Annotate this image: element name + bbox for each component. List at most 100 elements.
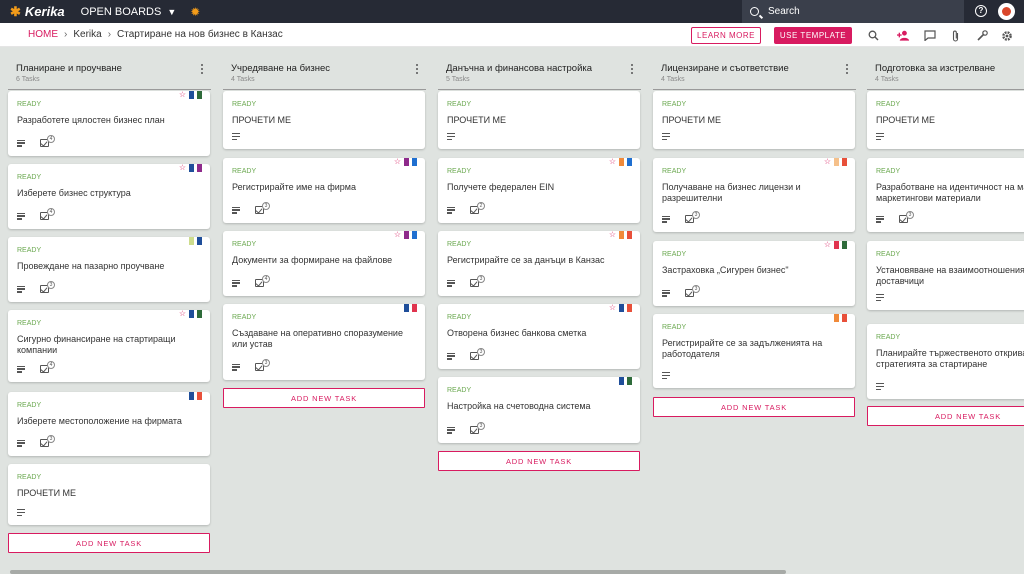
star-icon[interactable]: ☆	[394, 230, 401, 239]
task-card[interactable]: READY Провеждане на пазарно проучване 3	[8, 237, 210, 302]
tag-flag-icon	[197, 91, 202, 101]
breadcrumb-account[interactable]: Kerika	[73, 29, 101, 40]
task-card[interactable]: READY Разработване на идентичност на марк…	[867, 158, 1024, 232]
task-card[interactable]: READY Установяване на взаимоотношения с д…	[867, 241, 1024, 310]
star-icon[interactable]: ☆	[824, 157, 831, 166]
checklist-icon: 3	[40, 435, 55, 447]
task-icons: 4	[17, 135, 55, 147]
checklist-icon: 4	[255, 275, 270, 287]
description-icon	[447, 352, 455, 360]
breadcrumb: HOME › Kerika › Стартиране на нов бизнес…	[28, 29, 283, 40]
task-card[interactable]: READY Отворена бизнес банкова сметка ☆ 3	[438, 303, 640, 369]
add-new-task-button[interactable]: ADD NEW TASK	[8, 533, 210, 553]
search-input[interactable]: Search	[742, 0, 964, 23]
column-title[interactable]: Учредяване на бизнес	[231, 63, 330, 74]
task-card[interactable]: READY Получете федерален EIN ☆ 2	[438, 157, 640, 223]
tag-flag-icon	[619, 231, 624, 241]
task-tags: ☆	[179, 309, 202, 320]
horizontal-scrollbar[interactable]	[10, 570, 786, 574]
checklist-count: 3	[477, 348, 485, 356]
task-card[interactable]: READY Получаване на бизнес лицензи и разр…	[653, 157, 855, 232]
column-header: Лицензиране и съответствие 4 Tasks	[653, 57, 856, 90]
task-status: READY	[232, 241, 257, 248]
learn-more-button[interactable]: LEARN MORE	[691, 27, 761, 44]
task-card[interactable]: READY Изберете местоположение на фирмата 3	[8, 392, 210, 456]
breadcrumb-board: Стартиране на нов бизнес в Канзас	[117, 29, 283, 40]
star-icon[interactable]: ☆	[609, 157, 616, 166]
column-menu-icon[interactable]	[199, 62, 205, 76]
task-tags: ☆	[394, 157, 417, 168]
star-icon[interactable]: ☆	[394, 157, 401, 166]
star-icon[interactable]: ☆	[824, 240, 831, 249]
task-card[interactable]: READY Настройка на счетоводна система 3	[438, 377, 640, 443]
task-title: Регистрирайте се за данъци в Канзас	[447, 255, 605, 265]
task-card[interactable]: READY Документи за формиране на файлове ☆ 4	[223, 230, 425, 296]
chat-icon[interactable]	[923, 29, 936, 42]
star-icon[interactable]: ☆	[179, 90, 186, 99]
task-card[interactable]: READY Планирайте тържественото откриване …	[867, 324, 1024, 399]
task-icons: 4	[17, 361, 55, 373]
task-card[interactable]: READY ПРОЧЕТИ МЕ	[8, 464, 210, 525]
breadcrumb-home[interactable]: HOME	[28, 29, 58, 40]
task-status: READY	[447, 101, 472, 108]
task-card[interactable]: READY ПРОЧЕТИ МЕ	[438, 91, 640, 149]
column-title[interactable]: Подготовка за изстрелване	[875, 63, 995, 74]
chevron-down-icon: ▼	[167, 6, 177, 17]
description-icon	[232, 279, 240, 287]
star-icon[interactable]: ☆	[609, 303, 616, 312]
checklist-count: 4	[47, 135, 55, 143]
column-title[interactable]: Планиране и проучване	[16, 63, 122, 74]
star-icon[interactable]: ☆	[609, 230, 616, 239]
add-new-task-button[interactable]: ADD NEW TASK	[223, 388, 425, 408]
task-title: ПРОЧЕТИ МЕ	[232, 115, 292, 125]
task-card[interactable]: READY ПРОЧЕТИ МЕ	[867, 91, 1024, 149]
task-icons: 3	[232, 202, 270, 214]
add-new-task-button[interactable]: ADD NEW TASK	[653, 397, 855, 417]
use-template-button[interactable]: USE TEMPLATE	[774, 27, 852, 44]
task-status: READY	[17, 101, 42, 108]
description-icon	[17, 365, 25, 373]
task-card[interactable]: READY Сигурно финансиране на стартиращи к…	[8, 309, 210, 382]
help-icon[interactable]: ?	[975, 5, 987, 17]
checklist-count: 4	[47, 208, 55, 216]
task-card[interactable]: READY ПРОЧЕТИ МЕ	[223, 91, 425, 149]
task-title: Застраховка „Сигурен бизнес"	[662, 265, 789, 275]
task-status: READY	[662, 324, 687, 331]
column-title[interactable]: Лицензиране и съответствие	[661, 63, 789, 74]
column-title[interactable]: Данъчна и финансова настройка	[446, 63, 592, 74]
task-status: READY	[662, 101, 687, 108]
attachment-icon[interactable]	[949, 29, 962, 42]
board-column: Учредяване на бизнес 4 Tasks READY ПРОЧЕТИ …	[223, 47, 426, 567]
avatar[interactable]	[998, 3, 1015, 20]
task-card[interactable]: READY ПРОЧЕТИ МЕ	[653, 91, 855, 149]
add-new-task-button[interactable]: ADD NEW TASK	[867, 406, 1024, 426]
task-card[interactable]: READY Регистрирайте се за данъци в Канзас…	[438, 230, 640, 296]
tag-flag-icon	[404, 231, 409, 241]
task-card[interactable]: READY Застраховка „Сигурен бизнес" ☆ 3	[653, 240, 855, 306]
tools-icon[interactable]	[975, 29, 988, 42]
sun-icon[interactable]: ✹	[190, 5, 200, 19]
task-title: Планирайте тържественото откриване и стр…	[876, 348, 1024, 369]
open-boards-menu[interactable]: OPEN BOARDS ▼	[81, 6, 177, 18]
task-card[interactable]: READY Изберете бизнес структура ☆ 4	[8, 163, 210, 229]
column-menu-icon[interactable]	[414, 62, 420, 76]
description-icon	[876, 294, 884, 301]
star-icon[interactable]: ☆	[179, 163, 186, 172]
tag-flag-icon	[412, 158, 417, 168]
add-person-icon[interactable]	[897, 29, 910, 42]
task-card[interactable]: READY Регистрирайте се за задълженията на…	[653, 314, 855, 388]
task-card[interactable]: READY Регистрирайте име на фирма ☆ 3	[223, 157, 425, 223]
task-card[interactable]: READY Разработете цялостен бизнес план ☆ 4	[8, 90, 210, 156]
task-card[interactable]: READY Създаване на оперативно споразумени…	[223, 304, 425, 380]
description-icon	[662, 215, 670, 223]
task-title: Регистрирайте име на фирма	[232, 182, 356, 192]
task-title: ПРОЧЕТИ МЕ	[447, 115, 507, 125]
kerika-logo[interactable]: ✱ Kerika	[10, 4, 65, 20]
add-new-task-button[interactable]: ADD NEW TASK	[438, 451, 640, 471]
column-menu-icon[interactable]	[844, 62, 850, 76]
gear-icon[interactable]	[1000, 29, 1013, 42]
column-header: Учредяване на бизнес 4 Tasks	[223, 57, 426, 90]
column-menu-icon[interactable]	[629, 62, 635, 76]
search-board-icon[interactable]	[867, 29, 880, 42]
star-icon[interactable]: ☆	[179, 309, 186, 318]
